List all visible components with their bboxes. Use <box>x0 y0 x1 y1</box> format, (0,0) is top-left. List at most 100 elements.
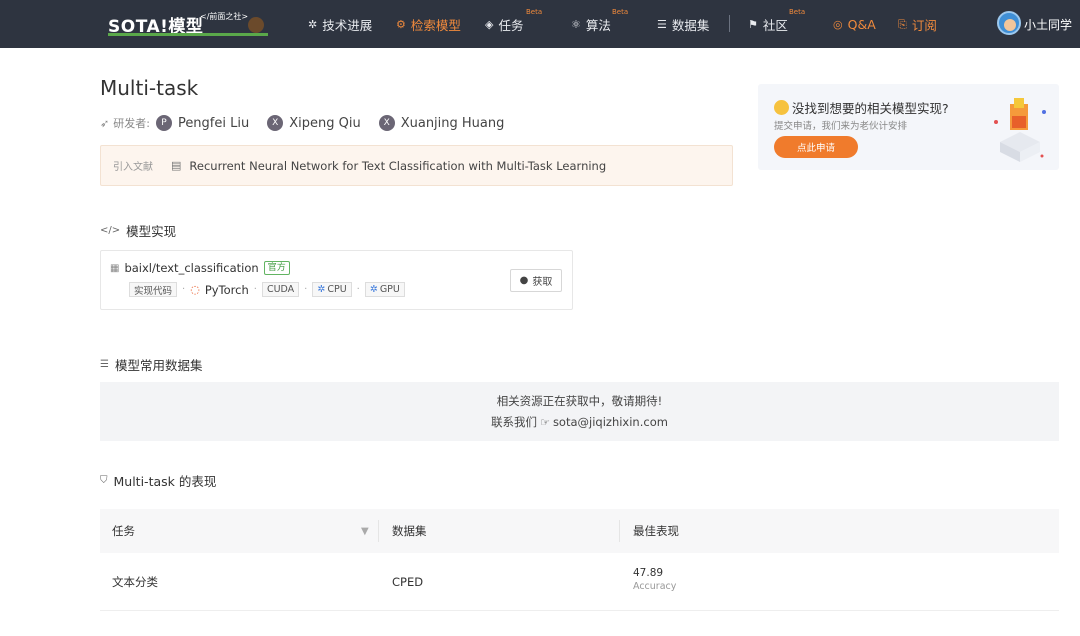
repo-name[interactable]: baixl/text_classification <box>124 261 258 275</box>
database-icon: ☰ <box>100 359 109 370</box>
banner-title-row: 没找到想要的相关模型实现? <box>774 98 949 117</box>
database-icon: ☰ <box>657 19 667 30</box>
layers-icon: ◈ <box>485 19 493 30</box>
top-navigation: SOTA!模型 </前面之社> ✲ 技术进展 ⚙ 检索模型 ◈ 任务 Beta … <box>0 0 1080 48</box>
performance-table: 任务 ▼ 数据集 最佳表现 文本分类 CPED 47.89 Accuracy <box>100 509 1059 611</box>
column-divider <box>378 520 379 542</box>
nav-item-label: 数据集 <box>672 15 710 34</box>
implementation-tags: 实现代码 · ◌ PyTorch · CUDA · ✲CPU · ✲GPU <box>129 282 405 297</box>
nav-item-tech-progress[interactable]: ✲ 技术进展 <box>308 0 372 48</box>
nav-item-tasks[interactable]: ◈ 任务 <box>485 0 523 48</box>
section-title: 模型实现 <box>126 221 176 240</box>
nav-item-label: 技术进展 <box>322 15 372 34</box>
author-name: Pengfei Liu <box>178 116 249 131</box>
code-icon: </> <box>100 225 120 236</box>
nav-item-search-models[interactable]: ⚙ 检索模型 <box>396 0 461 48</box>
beta-badge: Beta <box>612 8 628 16</box>
official-badge: 官方 <box>264 261 290 275</box>
send-icon: ➶ <box>100 117 109 130</box>
section-datasets: ☰ 模型常用数据集 <box>100 355 202 373</box>
logo-subtext: </前面之社> <box>200 11 248 22</box>
contact-email[interactable]: sota@jiqizhixin.com <box>553 415 668 429</box>
author-item[interactable]: P Pengfei Liu <box>156 115 249 131</box>
chip-icon: ✲ <box>317 284 325 295</box>
separator-dot: · <box>304 284 307 295</box>
nav-divider <box>729 15 730 32</box>
decorative-boxes-icon <box>990 92 1050 164</box>
github-icon: ● <box>520 275 529 286</box>
chip-icon: ✲ <box>370 284 378 295</box>
bookmark-icon: ⎘ <box>898 19 907 30</box>
logo-stripe <box>108 33 268 36</box>
best-performance-cell: 47.89 Accuracy <box>633 567 676 592</box>
nav-item-qa[interactable]: ◎ Q&A <box>833 0 876 48</box>
section-title: Multi-task 的表现 <box>114 471 217 490</box>
authors-label: 研发者: <box>113 115 150 131</box>
author-name: Xipeng Qiu <box>289 116 360 131</box>
contact-line: 联系我们 ☞ sota@jiqizhixin.com <box>491 414 668 430</box>
filter-icon[interactable]: ▼ <box>361 526 369 537</box>
user-avatar[interactable] <box>997 11 1021 35</box>
column-header-dataset: 数据集 <box>392 509 427 553</box>
author-avatar: X <box>379 115 395 131</box>
banner-title: 没找到想要的相关模型实现? <box>792 98 949 117</box>
gpu-label: GPU <box>380 284 400 295</box>
author-avatar: P <box>156 115 172 131</box>
metric-value: 47.89 <box>633 567 676 579</box>
beta-badge: Beta <box>526 8 542 16</box>
nav-item-subscribe[interactable]: ⎘ 订阅 <box>898 0 937 48</box>
repo-icon: ▦ <box>110 263 119 274</box>
nav-item-community[interactable]: ⚑ 社区 <box>748 0 788 48</box>
cpu-label: CPU <box>327 284 346 295</box>
nav-item-label: 订阅 <box>912 15 937 34</box>
datasets-empty-state: 相关资源正在获取中，敬请期待! 联系我们 ☞ sota@jiqizhixin.c… <box>100 382 1059 441</box>
empty-message: 相关资源正在获取中，敬请期待! <box>497 393 663 409</box>
user-name[interactable]: 小土同学 <box>1024 0 1072 48</box>
contact-label: 联系我们 <box>491 414 537 430</box>
table-row[interactable]: 文本分类 CPED 47.89 Accuracy <box>100 553 1059 611</box>
smile-emoji-icon <box>774 100 789 115</box>
nav-item-label: 社区 <box>763 15 788 34</box>
question-icon: ◎ <box>833 19 843 30</box>
dataset-cell: CPED <box>392 553 423 611</box>
column-header-task: 任务 <box>112 509 135 553</box>
nav-item-label: Q&A <box>848 17 876 32</box>
model-icon: ⚙ <box>396 19 406 30</box>
task-cell: 文本分类 <box>112 553 158 611</box>
logo-mascot-icon <box>248 17 264 33</box>
citation-link[interactable]: Recurrent Neural Network for Text Classi… <box>189 159 606 173</box>
nav-item-label: 任务 <box>498 15 523 34</box>
author-avatar: X <box>267 115 283 131</box>
author-name: Xuanjing Huang <box>401 116 505 131</box>
request-banner: 没找到想要的相关模型实现? 提交申请，我们来为老伙计安排 点此申请 <box>758 84 1059 170</box>
section-implementations: </> 模型实现 <box>100 221 176 239</box>
author-item[interactable]: X Xipeng Qiu <box>267 115 360 131</box>
author-item[interactable]: X Xuanjing Huang <box>379 115 505 131</box>
citation-box: 引入文献 ▤ Recurrent Neural Network for Text… <box>100 145 733 186</box>
separator-dot: · <box>182 284 185 295</box>
nav-item-datasets[interactable]: ☰ 数据集 <box>657 0 709 48</box>
section-title: 模型常用数据集 <box>115 355 203 374</box>
code-tag: 实现代码 <box>129 282 177 297</box>
apply-button[interactable]: 点此申请 <box>774 136 858 158</box>
banner-subtitle: 提交申请，我们来为老伙计安排 <box>774 118 907 132</box>
site-logo[interactable]: SOTA!模型 </前面之社> <box>108 9 268 37</box>
pointing-hand-icon: ☞ <box>540 416 550 429</box>
algorithm-icon: ⚛ <box>571 19 581 30</box>
separator-dot: · <box>254 284 257 295</box>
repo-row: ▦ baixl/text_classification 官方 <box>110 261 290 275</box>
nav-item-algorithms[interactable]: ⚛ 算法 <box>571 0 611 48</box>
column-header-best: 最佳表现 <box>633 509 679 553</box>
get-code-label: 获取 <box>532 273 552 288</box>
cuda-tag: CUDA <box>262 282 299 297</box>
nav-item-label: 检索模型 <box>411 15 461 34</box>
get-code-button[interactable]: ● 获取 <box>510 269 562 292</box>
implementation-card: ▦ baixl/text_classification 官方 实现代码 · ◌ … <box>100 250 573 310</box>
beta-badge: Beta <box>789 8 805 16</box>
citation-label: 引入文献 <box>113 158 153 173</box>
flag-icon: ⚑ <box>748 19 758 30</box>
framework-label: PyTorch <box>205 283 249 297</box>
document-icon: ▤ <box>171 159 181 172</box>
gear-icon: ✲ <box>308 19 317 30</box>
avatar-face <box>1004 19 1016 31</box>
